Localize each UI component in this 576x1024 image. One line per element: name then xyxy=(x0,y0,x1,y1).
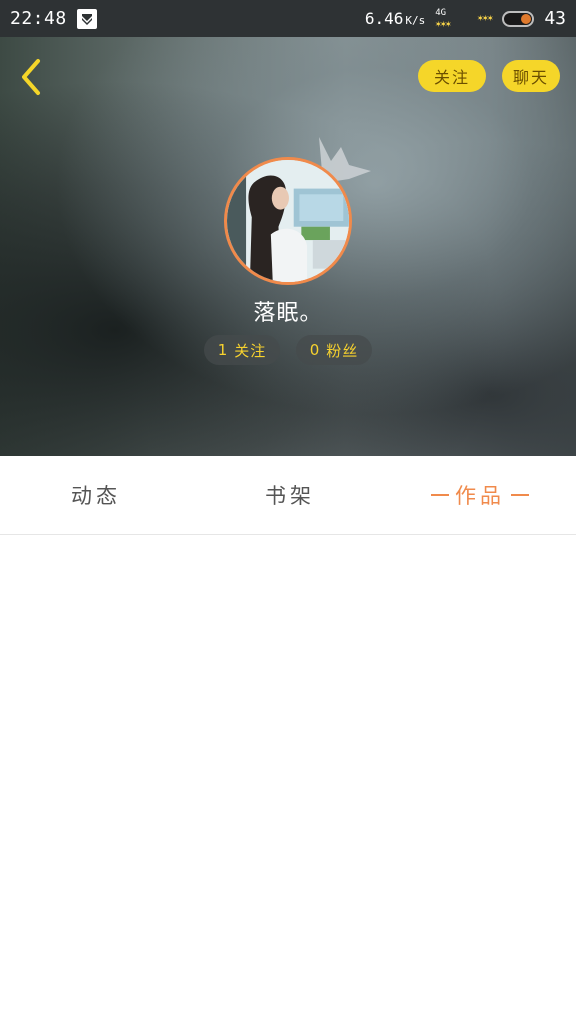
signal-4g-icon: 4G ✶✶✶ xyxy=(435,7,451,30)
active-tab-left-dash xyxy=(431,494,449,496)
network-speed-value: 6.46 xyxy=(364,9,404,28)
following-count: 1 xyxy=(217,341,229,359)
status-time: 22:48 xyxy=(10,8,67,29)
profile-header: 关注 聊天 落眠。 1 关注 0 粉丝 xyxy=(0,37,576,456)
fans-count: 0 xyxy=(309,341,321,359)
username: 落眠。 xyxy=(253,301,323,326)
chevron-left-icon xyxy=(22,59,40,95)
tab-bookshelf[interactable]: 书架 xyxy=(234,456,346,534)
tab-works-label: 作品 xyxy=(455,484,505,508)
active-tab-right-dash xyxy=(511,494,529,496)
works-content-area xyxy=(0,535,576,1024)
chat-button[interactable]: 聊天 xyxy=(502,60,560,92)
status-right: 6.46 K/s 4G ✶✶✶ ✶✶✶ 43 xyxy=(365,8,566,30)
tab-bar: 动态 书架 作品 xyxy=(0,456,576,535)
back-button[interactable] xyxy=(14,57,50,97)
follow-button[interactable]: 关注 xyxy=(418,60,486,92)
battery-level: 43 xyxy=(544,8,566,29)
avatar-image xyxy=(227,160,349,282)
download-notification-icon xyxy=(76,8,97,29)
fans-label: 粉丝 xyxy=(326,341,359,360)
tab-works[interactable]: 作品 xyxy=(420,456,540,534)
status-bar: 22:48 6.46 K/s 4G ✶✶✶ ✶✶✶ 43 xyxy=(0,0,576,37)
following-label: 关注 xyxy=(234,341,267,360)
tab-dynamics[interactable]: 动态 xyxy=(40,456,152,534)
network-type-label: 4G xyxy=(435,7,447,18)
avatar[interactable] xyxy=(224,157,352,285)
battery-icon xyxy=(502,10,535,27)
network-speed-unit: K/s xyxy=(405,14,426,27)
following-count-button[interactable]: 1 关注 xyxy=(204,335,280,365)
fans-count-button[interactable]: 0 粉丝 xyxy=(296,335,372,365)
signal-strength-icon: ✶✶✶ xyxy=(477,13,493,24)
network-speed: 6.46 K/s xyxy=(365,9,425,28)
status-left: 22:48 xyxy=(10,8,97,29)
